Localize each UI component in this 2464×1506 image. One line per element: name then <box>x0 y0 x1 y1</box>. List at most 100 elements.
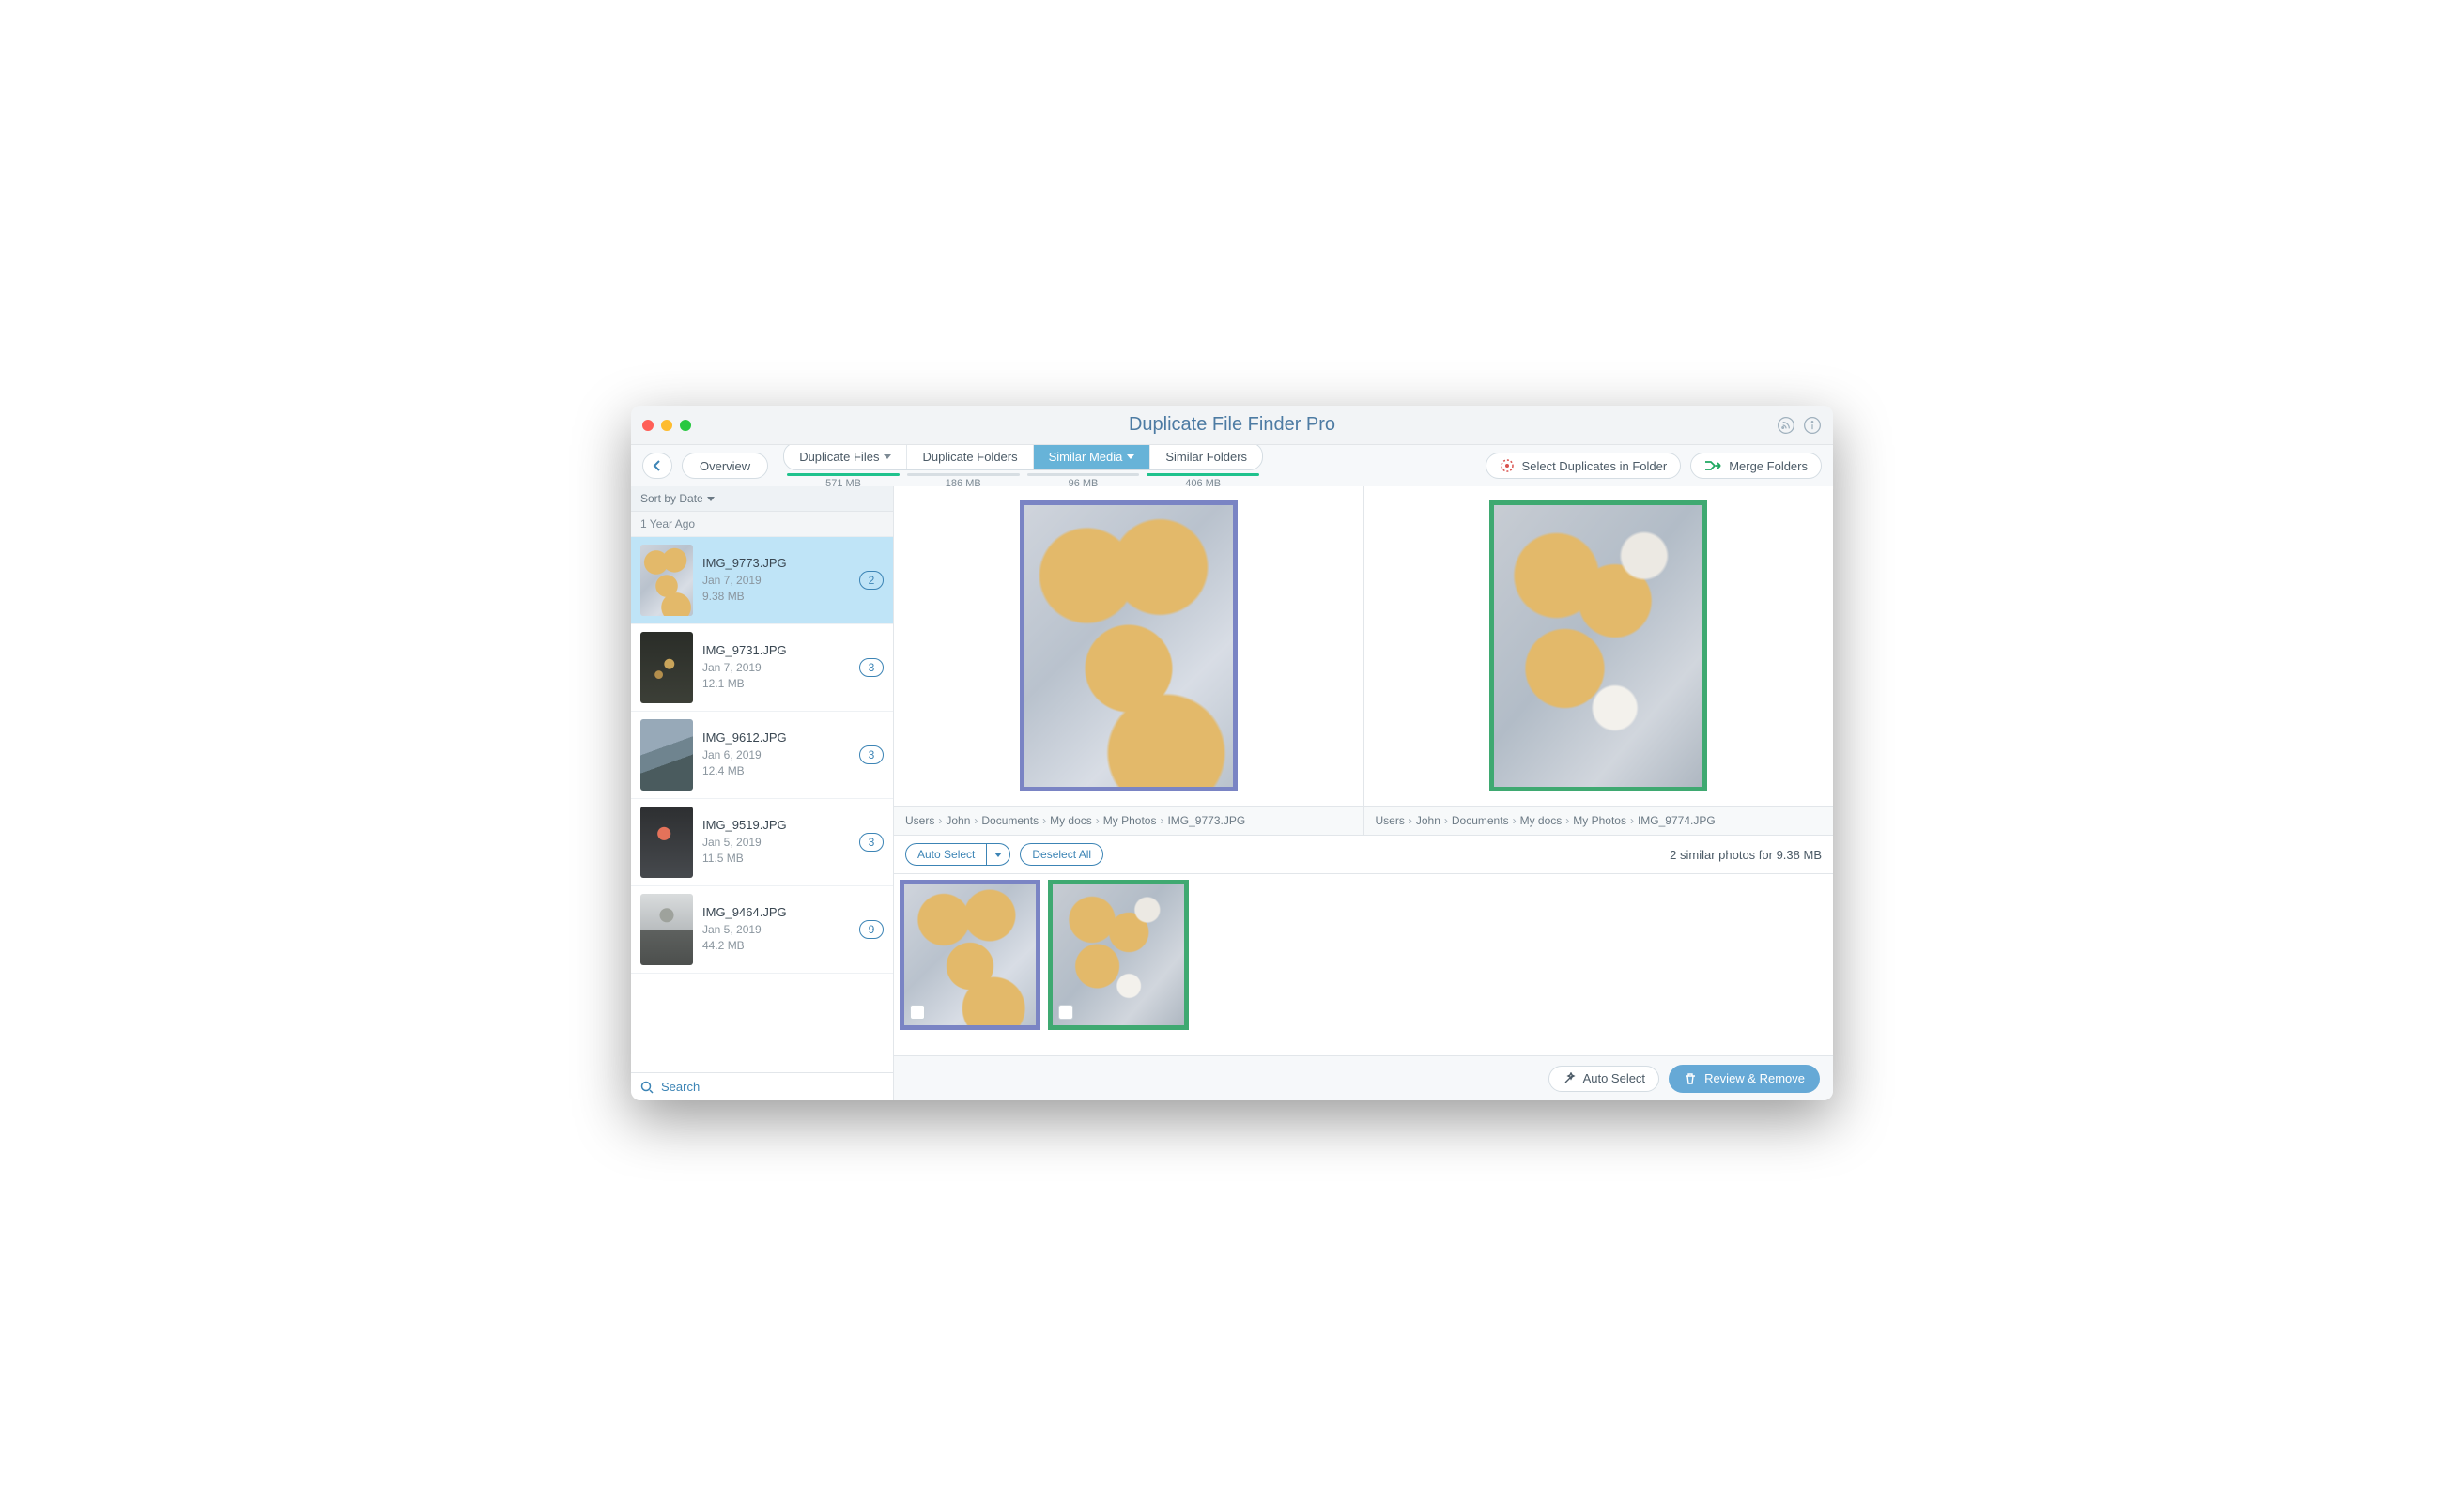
crumb-sep: › <box>1513 814 1517 827</box>
detail-panel: Users›John›Documents›My docs›My Photos›I… <box>894 486 1833 1100</box>
crumb-sep: › <box>1565 814 1569 827</box>
crumb-sep: › <box>1042 814 1046 827</box>
titlebar: Duplicate File Finder Pro <box>631 406 1833 445</box>
tab-duplicate-folders[interactable]: Duplicate Folders <box>907 443 1033 469</box>
merge-icon <box>1704 459 1721 472</box>
auto-select-menu[interactable] <box>987 843 1010 866</box>
preview-left[interactable] <box>894 486 1364 806</box>
similar-thumb[interactable] <box>1048 880 1189 1030</box>
search-field[interactable]: Search <box>631 1072 893 1100</box>
file-list[interactable]: IMG_9773.JPGJan 7, 20199.38 MB 2 IMG_9731.… <box>631 537 893 1072</box>
crumb[interactable]: Users <box>1376 814 1405 827</box>
preview-row <box>894 486 1833 806</box>
thumb-checkbox[interactable] <box>910 1005 925 1020</box>
list-thumb <box>640 807 693 878</box>
preview-right[interactable] <box>1364 486 1834 806</box>
file-name: IMG_9773.JPG <box>702 555 850 573</box>
list-item[interactable]: IMG_9464.JPGJan 5, 201944.2 MB 9 <box>631 886 893 974</box>
preview-image-right <box>1489 500 1707 791</box>
list-item-info: IMG_9464.JPGJan 5, 201944.2 MB <box>702 904 850 955</box>
breadcrumb-row: Users›John›Documents›My docs›My Photos›I… <box>894 806 1833 836</box>
select-duplicates-button[interactable]: Select Duplicates in Folder <box>1486 453 1682 479</box>
file-size: 44.2 MB <box>702 938 850 954</box>
tab-similar-folders[interactable]: Similar Folders <box>1150 443 1262 469</box>
file-name: IMG_9519.JPG <box>702 817 850 835</box>
list-item-info: IMG_9612.JPGJan 6, 201912.4 MB <box>702 730 850 780</box>
count-badge: 3 <box>859 658 884 677</box>
search-icon <box>640 1081 654 1094</box>
merge-folders-button[interactable]: Merge Folders <box>1690 453 1822 479</box>
tab-label: Duplicate Folders <box>922 450 1017 464</box>
toolbar: Overview Duplicate Files Duplicate Folder… <box>631 445 1833 486</box>
list-item-info: IMG_9773.JPGJan 7, 20199.38 MB <box>702 555 850 606</box>
crumb[interactable]: Users <box>905 814 934 827</box>
crumb-sep: › <box>974 814 978 827</box>
sort-dropdown[interactable]: Sort by Date <box>631 486 893 512</box>
main-area: Sort by Date 1 Year Ago IMG_9773.JPGJan … <box>631 486 1833 1100</box>
crumb[interactable]: Documents <box>1452 814 1509 827</box>
crumb-sep: › <box>1096 814 1100 827</box>
crumb[interactable]: My Photos <box>1573 814 1626 827</box>
selection-summary: 2 similar photos for 9.38 MB <box>1670 848 1822 862</box>
footer-auto-select-button[interactable]: Auto Select <box>1548 1066 1660 1092</box>
similar-thumb[interactable] <box>900 880 1040 1030</box>
chevron-down-icon <box>707 497 715 501</box>
back-button[interactable] <box>642 453 672 479</box>
crumb[interactable]: My Photos <box>1103 814 1157 827</box>
window-controls <box>642 420 691 431</box>
info-icon[interactable] <box>1803 416 1822 435</box>
crumb[interactable]: John <box>946 814 970 827</box>
file-date: Jan 7, 2019 <box>702 573 850 589</box>
category-tabs: Duplicate Files Duplicate Folders Similar … <box>783 442 1263 489</box>
file-size: 12.4 MB <box>702 763 850 779</box>
crumb-sep: › <box>1630 814 1634 827</box>
overview-button[interactable]: Overview <box>682 453 768 479</box>
crumb[interactable]: IMG_9773.JPG <box>1167 814 1245 827</box>
sidebar: Sort by Date 1 Year Ago IMG_9773.JPGJan … <box>631 486 894 1100</box>
file-name: IMG_9612.JPG <box>702 730 850 747</box>
sort-label: Sort by Date <box>640 492 703 505</box>
count-badge: 3 <box>859 745 884 764</box>
file-name: IMG_9731.JPG <box>702 642 850 660</box>
tab-label: Similar Media <box>1049 450 1123 464</box>
list-item[interactable]: IMG_9731.JPGJan 7, 201912.1 MB3 <box>631 624 893 712</box>
close-window-icon[interactable] <box>642 420 654 431</box>
list-item[interactable]: IMG_9773.JPGJan 7, 20199.38 MB 2 <box>631 537 893 624</box>
preview-image-left <box>1020 500 1238 791</box>
crumb[interactable]: IMG_9774.JPG <box>1638 814 1716 827</box>
select-duplicates-label: Select Duplicates in Folder <box>1522 459 1668 473</box>
count-badge: 9 <box>859 920 884 939</box>
similar-thumbnails <box>894 874 1833 1055</box>
footer-auto-select-label: Auto Select <box>1583 1071 1646 1085</box>
selection-actions: Auto Select Deselect All 2 similar photo… <box>894 836 1833 874</box>
list-item[interactable]: IMG_9519.JPGJan 5, 201911.5 MB3 <box>631 799 893 886</box>
list-item[interactable]: IMG_9612.JPGJan 6, 201912.4 MB 3 <box>631 712 893 799</box>
minimize-window-icon[interactable] <box>661 420 672 431</box>
list-thumb <box>640 894 693 965</box>
file-date: Jan 6, 2019 <box>702 747 850 763</box>
file-date: Jan 7, 2019 <box>702 660 850 676</box>
crumb-sep: › <box>1160 814 1163 827</box>
crumb[interactable]: John <box>1416 814 1440 827</box>
breadcrumb-right[interactable]: Users›John›Documents›My docs›My Photos›I… <box>1364 807 1834 835</box>
thumb-checkbox[interactable] <box>1058 1005 1073 1020</box>
deselect-all-button[interactable]: Deselect All <box>1020 843 1103 866</box>
rss-icon[interactable] <box>1777 416 1795 435</box>
auto-select-button[interactable]: Auto Select <box>905 843 987 866</box>
review-remove-button[interactable]: Review & Remove <box>1669 1065 1820 1093</box>
review-remove-label: Review & Remove <box>1704 1071 1805 1085</box>
file-date: Jan 5, 2019 <box>702 922 850 938</box>
target-icon <box>1500 458 1515 473</box>
auto-select-split: Auto Select <box>905 843 1010 866</box>
crumb[interactable]: My docs <box>1520 814 1563 827</box>
count-badge: 2 <box>859 571 884 590</box>
app-title: Duplicate File Finder Pro <box>642 414 1822 436</box>
crumb[interactable]: Documents <box>981 814 1039 827</box>
breadcrumb-left[interactable]: Users›John›Documents›My docs›My Photos›I… <box>894 807 1364 835</box>
tab-duplicate-files[interactable]: Duplicate Files <box>784 443 907 469</box>
crumb-sep: › <box>1444 814 1448 827</box>
crumb[interactable]: My docs <box>1050 814 1092 827</box>
tab-similar-media[interactable]: Similar Media <box>1034 443 1151 469</box>
chevron-down-icon <box>994 853 1002 857</box>
zoom-window-icon[interactable] <box>680 420 691 431</box>
